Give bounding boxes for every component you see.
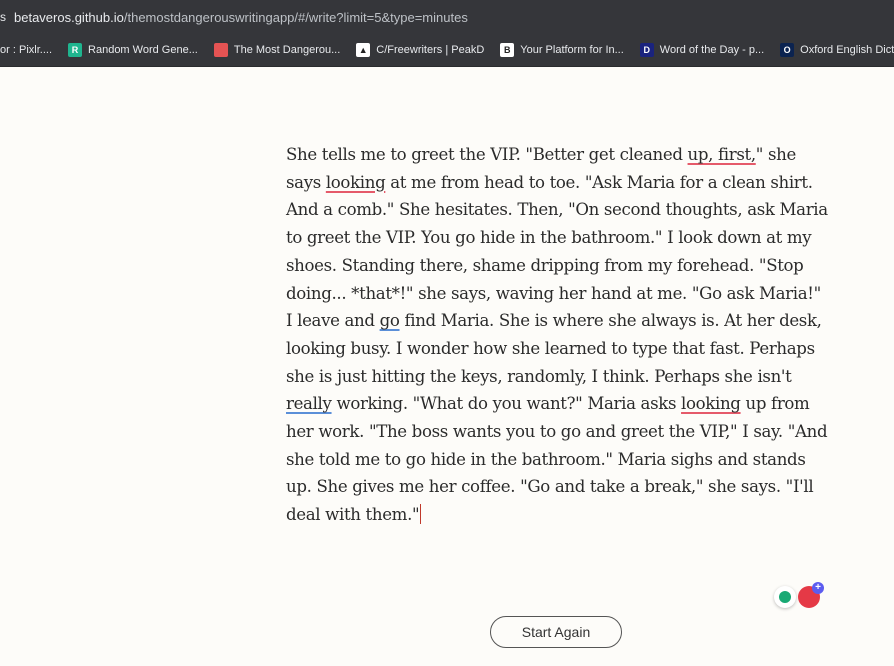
bookmark-label: Word of the Day - p...	[659, 44, 765, 56]
bookmark-favicon-icon: R	[68, 43, 83, 57]
bookmark-label: The Most Dangerou...	[233, 44, 341, 56]
bookmark-item[interactable]: The Most Dangerou...	[213, 43, 341, 57]
site-info-icon[interactable]: s	[0, 0, 14, 34]
bookmark-favicon-icon: O	[780, 43, 795, 57]
bookmark-item[interactable]: R Random Word Gene...	[68, 43, 198, 57]
grammar-flag: go	[379, 311, 400, 331]
lightbulb-icon[interactable]	[774, 586, 796, 608]
writing-area[interactable]: She tells me to greet the VIP. "Better g…	[286, 141, 831, 529]
bookmark-label: Oxford English Dicti...	[800, 44, 894, 56]
text-run: at me from head to toe. "Ask Maria for a…	[286, 172, 828, 331]
bookmark-item[interactable]: O Oxford English Dicti...	[780, 43, 894, 57]
bookmark-item[interactable]: tor : Pixlr....	[0, 44, 52, 56]
spelling-flag: up, first,	[687, 145, 757, 164]
bookmarks-bar: tor : Pixlr.... R Random Word Gene... The M…	[0, 34, 894, 67]
bookmark-favicon-icon: D	[639, 43, 654, 57]
url-text[interactable]: betaveros.github.io/themostdangerouswrit…	[14, 10, 468, 25]
bookmark-item[interactable]: ▲ C/Freewriters | PeakD	[356, 43, 484, 57]
bookmark-label: Your Platform for In...	[520, 44, 624, 56]
url-path: /themostdangerouswritingapp/#/write?limi…	[123, 9, 468, 25]
bookmark-favicon-icon: B	[500, 43, 515, 57]
bookmark-item[interactable]: D Word of the Day - p...	[639, 43, 765, 57]
grammar-assistant-widget[interactable]: +	[774, 582, 824, 610]
bookmark-label: Random Word Gene...	[88, 44, 198, 56]
address-bar[interactable]: s betaveros.github.io/themostdangerouswr…	[0, 0, 894, 34]
bookmark-item[interactable]: B Your Platform for In...	[500, 43, 624, 57]
bookmark-label: tor : Pixlr....	[0, 44, 53, 56]
start-again-button[interactable]: Start Again	[490, 616, 622, 648]
spelling-flag: looking	[681, 394, 741, 414]
grammar-flag: really	[286, 394, 332, 414]
text-caret	[420, 504, 422, 525]
text-run: up from her work. "The boss wants you to…	[286, 394, 828, 525]
bookmark-favicon-icon: ▲	[356, 43, 371, 57]
bookmark-label: C/Freewriters | PeakD	[376, 44, 485, 56]
url-host: betaveros.github.io	[14, 9, 124, 25]
spelling-flag: looking	[325, 172, 386, 192]
plus-badge-icon: +	[812, 582, 824, 594]
writing-text[interactable]: She tells me to greet the VIP. "Better g…	[286, 141, 831, 529]
text-run: working. "What do you want?" Maria asks	[331, 394, 682, 414]
text-run: She tells me to greet the VIP. "Better g…	[286, 145, 688, 164]
bookmark-favicon-icon	[213, 43, 228, 57]
